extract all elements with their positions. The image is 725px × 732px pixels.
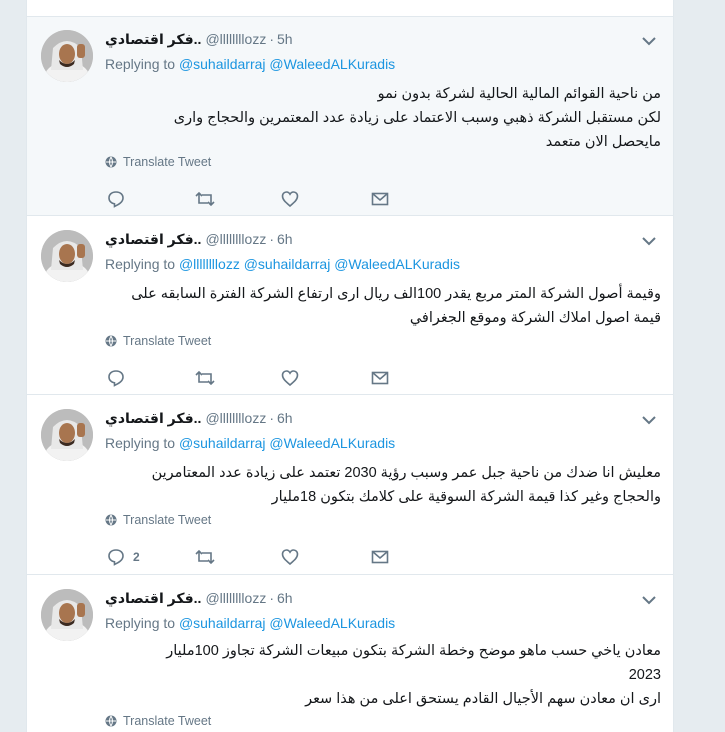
mention-link[interactable]: @WaleedALKuradis bbox=[269, 435, 395, 451]
tweet-text-line: والحجاج وغير كذا قيمة الشركة السوقية على… bbox=[271, 489, 661, 505]
heart-icon bbox=[281, 370, 299, 387]
retweet-button[interactable] bbox=[195, 188, 215, 210]
separator-dot: · bbox=[269, 31, 274, 47]
replying-label: Replying to bbox=[105, 435, 176, 451]
direct-message-button[interactable] bbox=[371, 367, 389, 389]
tweet-text: من ناحية القوائم المالية الحالية لشركة ب… bbox=[105, 82, 661, 154]
replying-label: Replying to bbox=[105, 615, 176, 631]
chevron-down-icon[interactable] bbox=[641, 593, 657, 605]
author-handle[interactable]: @llllllllozz bbox=[205, 231, 266, 247]
heart-icon bbox=[281, 549, 299, 566]
globe-icon bbox=[105, 715, 117, 727]
envelope-icon bbox=[371, 192, 389, 206]
globe-icon bbox=[105, 335, 117, 347]
mention-link[interactable]: @suhaildarraj bbox=[179, 435, 266, 451]
tweet[interactable]: فكر اقتصادي.. @llllllllozz · 5h Replying… bbox=[27, 16, 673, 216]
tweet-text-line: قيمة اصول املاك الشركة وموقع الجغرافي bbox=[409, 310, 661, 326]
tweet-text-line: ارى ان معادن سهم الأجيال القادم يستحق اع… bbox=[305, 691, 661, 707]
like-button[interactable] bbox=[281, 546, 299, 568]
replying-label: Replying to bbox=[105, 256, 176, 272]
tweet-timestamp[interactable]: 5h bbox=[277, 31, 293, 47]
reply-count: 2 bbox=[133, 550, 140, 564]
retweet-icon bbox=[195, 370, 215, 386]
tweet[interactable]: فكر اقتصادي.. @llllllllozz · 6h Replying… bbox=[27, 575, 673, 732]
translate-tweet-link[interactable]: Translate Tweet bbox=[105, 334, 211, 348]
envelope-icon bbox=[371, 371, 389, 385]
reply-button[interactable] bbox=[107, 367, 133, 389]
author-handle[interactable]: @llllllllozz bbox=[205, 590, 266, 606]
replying-to: Replying to @suhaildarraj @WaleedALKurad… bbox=[105, 56, 395, 72]
separator-dot: · bbox=[269, 231, 274, 247]
tweet-text: وقيمة أصول الشركة المتر مربع يقدر 100الف… bbox=[105, 282, 661, 330]
translate-tweet-link[interactable]: Translate Tweet bbox=[105, 155, 211, 169]
mention-link[interactable]: @WaleedALKuradis bbox=[334, 256, 460, 272]
replying-to: Replying to @suhaildarraj @WaleedALKurad… bbox=[105, 435, 395, 451]
direct-message-button[interactable] bbox=[371, 546, 389, 568]
translate-tweet-link[interactable]: Translate Tweet bbox=[105, 513, 211, 527]
tweet-timestamp[interactable]: 6h bbox=[277, 410, 293, 426]
chevron-down-icon[interactable] bbox=[641, 234, 657, 246]
replying-label: Replying to bbox=[105, 56, 176, 72]
author-name[interactable]: فكر اقتصادي.. bbox=[105, 590, 201, 607]
reply-icon bbox=[108, 549, 124, 566]
globe-icon bbox=[105, 514, 117, 526]
tweet-text-line: 2023 bbox=[628, 667, 661, 683]
translate-label: Translate Tweet bbox=[123, 155, 212, 169]
tweet-text: معليش انا ضدك من ناحية جبل عمر وسبب رؤية… bbox=[105, 461, 661, 509]
retweet-button[interactable] bbox=[195, 367, 215, 389]
tweet-timestamp[interactable]: 6h bbox=[277, 231, 293, 247]
reply-button[interactable] bbox=[107, 188, 133, 210]
translate-label: Translate Tweet bbox=[123, 513, 212, 527]
heart-icon bbox=[281, 191, 299, 208]
reply-icon bbox=[108, 191, 124, 208]
reply-icon bbox=[108, 370, 124, 387]
author-handle[interactable]: @llllllllozz bbox=[205, 410, 266, 426]
author-name[interactable]: فكر اقتصادي.. bbox=[105, 31, 201, 48]
retweet-button[interactable] bbox=[195, 546, 215, 568]
translate-tweet-link[interactable]: Translate Tweet bbox=[105, 714, 211, 728]
mention-link[interactable]: @WaleedALKuradis bbox=[269, 615, 395, 631]
avatar[interactable] bbox=[41, 230, 93, 282]
tweet-text-line: معليش انا ضدك من ناحية جبل عمر وسبب رؤية… bbox=[151, 465, 661, 481]
mention-link[interactable]: @llllllllozz bbox=[179, 256, 240, 272]
separator-dot: · bbox=[269, 410, 274, 426]
retweet-icon bbox=[195, 191, 215, 207]
mention-link[interactable]: @suhaildarraj bbox=[244, 256, 331, 272]
mention-link[interactable]: @suhaildarraj bbox=[179, 615, 266, 631]
tweet-text-line: من ناحية القوائم المالية الحالية لشركة ب… bbox=[377, 86, 661, 102]
tweet-timestamp[interactable]: 6h bbox=[277, 590, 293, 606]
chevron-down-icon[interactable] bbox=[641, 34, 657, 46]
reply-button[interactable]: 2 bbox=[107, 546, 140, 568]
tweet-text-line: معادن ياخي حسب ماهو موضح وخطة الشركة بتك… bbox=[166, 643, 661, 659]
tweet-text-line: لكن مستقبل الشركة ذهبي وسبب الاعتماد على… bbox=[173, 110, 661, 126]
direct-message-button[interactable] bbox=[371, 188, 389, 210]
envelope-icon bbox=[371, 550, 389, 564]
like-button[interactable] bbox=[281, 188, 299, 210]
tweet[interactable]: فكر اقتصادي.. @llllllllozz · 6h Replying… bbox=[27, 395, 673, 575]
translate-label: Translate Tweet bbox=[123, 714, 212, 728]
mention-link[interactable]: @WaleedALKuradis bbox=[269, 56, 395, 72]
avatar[interactable] bbox=[41, 589, 93, 641]
avatar[interactable] bbox=[41, 30, 93, 82]
replying-to: Replying to @llllllllozz @suhaildarraj @… bbox=[105, 256, 460, 272]
tweet-text-line: وقيمة أصول الشركة المتر مربع يقدر 100الف… bbox=[131, 286, 661, 302]
tweet-text-line: مايحصل الان متعمد bbox=[545, 134, 661, 150]
separator-dot: · bbox=[269, 590, 274, 606]
mention-link[interactable]: @suhaildarraj bbox=[179, 56, 266, 72]
author-name[interactable]: فكر اقتصادي.. bbox=[105, 231, 201, 248]
timeline: فكر اقتصادي.. @llllllllozz · 5h Replying… bbox=[26, 0, 674, 732]
avatar[interactable] bbox=[41, 409, 93, 461]
chevron-down-icon[interactable] bbox=[641, 413, 657, 425]
globe-icon bbox=[105, 156, 117, 168]
tweet-text: معادن ياخي حسب ماهو موضح وخطة الشركة بتك… bbox=[105, 639, 661, 711]
like-button[interactable] bbox=[281, 367, 299, 389]
tweet[interactable]: فكر اقتصادي.. @llllllllozz · 6h Replying… bbox=[27, 216, 673, 395]
replying-to: Replying to @suhaildarraj @WaleedALKurad… bbox=[105, 615, 395, 631]
retweet-icon bbox=[195, 549, 215, 565]
translate-label: Translate Tweet bbox=[123, 334, 212, 348]
author-handle[interactable]: @llllllllozz bbox=[205, 31, 266, 47]
author-name[interactable]: فكر اقتصادي.. bbox=[105, 410, 201, 427]
